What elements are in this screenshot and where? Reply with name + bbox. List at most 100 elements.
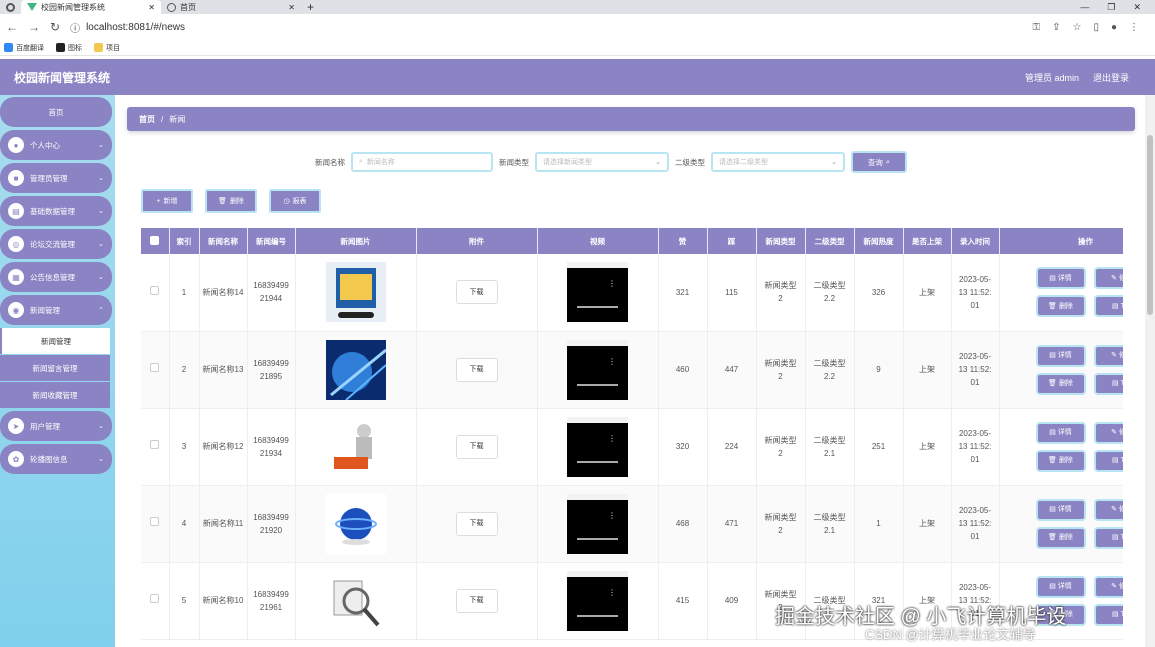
more-icon[interactable]: ⋮ <box>1129 22 1139 33</box>
other-action-button[interactable]: ▤ T <box>1093 603 1123 626</box>
add-button[interactable]: + 新增 <box>141 189 193 213</box>
browser-tab[interactable]: 首页 ✕ <box>161 0 301 14</box>
video-progress[interactable] <box>577 306 618 309</box>
cell-attachment: 下载 <box>416 331 538 409</box>
row-checkbox[interactable] <box>150 440 160 449</box>
scrollbar-thumb[interactable] <box>1147 135 1153 315</box>
more-icon[interactable]: ⋮ <box>608 280 616 288</box>
breadcrumb-separator: / <box>161 114 164 124</box>
sidebar-item-home[interactable]: 首页 <box>0 97 112 127</box>
download-button[interactable]: 下载 <box>455 511 498 536</box>
download-button[interactable]: 下载 <box>455 434 498 459</box>
edit-button[interactable]: ✎ 修 <box>1093 575 1123 598</box>
news-table: 索引 新闻名称 新闻编号 新闻图片 附件 视频 赞 踩 新闻类型 二级类型 新闻… <box>141 228 1123 647</box>
table-row[interactable]: 1 新闻名称14 1683949921944 下载 ⋮ 321 115 新闻类型2 二级类型2.… <box>141 254 1123 332</box>
sidebar-subitem-news-manage[interactable]: 新闻管理 <box>0 328 110 354</box>
other-action-button[interactable]: ▤ T <box>1093 372 1123 395</box>
breadcrumb-home[interactable]: 首页 <box>139 114 155 125</box>
video-player[interactable]: ⋮ <box>567 493 628 554</box>
more-icon[interactable]: ⋮ <box>608 357 616 365</box>
sidebar-item-notice[interactable]: ▦ 公告信息管理 ⌄ <box>0 262 112 292</box>
sidebar-item-profile[interactable]: ● 个人中心 ⌄ <box>0 130 112 160</box>
select-all-checkbox[interactable] <box>150 235 160 245</box>
sidebar-item-users[interactable]: ➤ 用户管理 ⌄ <box>0 411 112 441</box>
tab-close-icon[interactable]: ✕ <box>148 3 155 12</box>
download-button[interactable]: 下载 <box>455 588 498 613</box>
edit-button[interactable]: ✎ 修 <box>1093 498 1123 521</box>
sidebar-item-forum[interactable]: ◎ 论坛交流管理 ⌄ <box>0 229 112 259</box>
more-icon[interactable]: ⋮ <box>608 588 616 596</box>
report-button[interactable]: ◷ 报表 <box>269 189 321 213</box>
browser-tab-active[interactable]: 校园新闻管理系统 ✕ <box>21 0 161 14</box>
video-player[interactable]: ⋮ <box>567 339 628 400</box>
row-checkbox[interactable] <box>150 285 160 295</box>
row-delete-button[interactable]: 🗑 删除 <box>1035 449 1086 472</box>
bookmark-item[interactable]: 项目 <box>94 43 120 53</box>
video-progress[interactable] <box>577 383 618 386</box>
video-player[interactable]: ⋮ <box>567 416 628 477</box>
edit-button[interactable]: ✎ 修 <box>1093 267 1123 290</box>
back-icon[interactable]: ← <box>6 20 18 34</box>
cell-news-name: 新闻名称14 <box>199 254 248 332</box>
url-field[interactable]: ⓘ localhost:8081/#/news <box>70 20 185 35</box>
detail-button[interactable]: ▤ 详情 <box>1035 267 1086 290</box>
detail-button[interactable]: ▤ 详情 <box>1035 575 1086 598</box>
video-progress[interactable] <box>577 537 618 540</box>
video-player[interactable]: ⋮ <box>567 570 628 631</box>
query-button[interactable]: 查询 ⌕ <box>851 151 907 173</box>
news-subtype-select[interactable]: 请选择二级类型 ⌄ <box>711 152 845 172</box>
news-name-input[interactable]: ⌕ 新闻名称 <box>351 152 493 172</box>
more-icon[interactable]: ⋮ <box>608 434 616 442</box>
bookmark-item[interactable]: 图标 <box>56 43 82 53</box>
video-progress[interactable] <box>577 614 618 617</box>
minimize-icon[interactable]: — <box>1080 2 1089 13</box>
detail-button[interactable]: ▤ 详情 <box>1035 498 1086 521</box>
video-progress[interactable] <box>577 460 618 463</box>
sidebar-item-news[interactable]: ◉ 新闻管理 ⌃ <box>0 295 112 325</box>
forward-icon[interactable]: → <box>28 20 40 34</box>
other-action-button[interactable]: ▤ T <box>1093 449 1123 472</box>
download-button[interactable]: 下载 <box>455 280 498 305</box>
table-row[interactable]: 2 新闻名称13 1683949921895 下载 ⋮ 460 447 新闻类型2 二级类型2.… <box>141 331 1123 409</box>
key-icon[interactable]: ⚿ <box>1032 22 1040 33</box>
detail-button[interactable]: ▤ 详情 <box>1035 421 1086 444</box>
other-action-button[interactable]: ▤ T <box>1093 295 1123 318</box>
more-icon[interactable]: ⋮ <box>608 511 616 519</box>
sidebar-item-basedata[interactable]: ▤ 基础数据管理 ⌄ <box>0 196 112 226</box>
sidebar-subitem-news-favorites[interactable]: 新闻收藏管理 <box>0 382 110 408</box>
header-select-all[interactable] <box>141 228 170 254</box>
edit-button[interactable]: ✎ 修 <box>1093 421 1123 444</box>
row-delete-button[interactable]: 🗑 删除 <box>1035 295 1086 318</box>
row-delete-button[interactable]: 🗑 删除 <box>1035 526 1086 549</box>
browser-menu[interactable] <box>0 0 21 14</box>
chevron-down-icon: ⌄ <box>98 456 104 463</box>
maximize-icon[interactable]: ❐ <box>1107 2 1115 13</box>
row-checkbox[interactable] <box>150 517 160 526</box>
close-window-icon[interactable]: ✕ <box>1133 2 1141 13</box>
table-row[interactable]: 3 新闻名称12 1683949921934 下载 ⋮ 320 224 新闻类型2 二级类型2.… <box>141 408 1123 486</box>
row-delete-button[interactable]: 🗑 删除 <box>1035 372 1086 395</box>
news-type-select[interactable]: 请选择新闻类型 ⌄ <box>535 152 669 172</box>
edit-button[interactable]: ✎ 修 <box>1093 344 1123 367</box>
sidebar-subitem-news-comments[interactable]: 新闻留言管理 <box>0 355 110 381</box>
profile-icon[interactable]: ● <box>1111 22 1117 33</box>
row-checkbox[interactable] <box>150 594 160 603</box>
bookmark-item[interactable]: 百度翻译 <box>4 43 44 53</box>
reload-icon[interactable]: ↻ <box>50 20 60 34</box>
delete-button[interactable]: 🗑 删除 <box>205 189 257 213</box>
vertical-scrollbar[interactable] <box>1145 95 1155 647</box>
video-player[interactable]: ⋮ <box>567 262 628 323</box>
other-action-button[interactable]: ▤ T <box>1093 526 1123 549</box>
download-button[interactable]: 下载 <box>455 357 498 382</box>
new-tab-button[interactable]: + <box>301 0 320 14</box>
sidebar-item-admin[interactable]: ■ 管理员管理 ⌄ <box>0 163 112 193</box>
row-checkbox[interactable] <box>150 363 160 372</box>
table-row[interactable]: 4 新闻名称11 1683949921920 下载 ⋮ 468 471 新闻类型2 二级类型2.… <box>141 485 1123 563</box>
tab-close-icon[interactable]: ✕ <box>288 3 295 12</box>
star-icon[interactable]: ☆ <box>1072 22 1081 33</box>
share-icon[interactable]: ⇪ <box>1052 22 1060 33</box>
sidebar-item-carousel[interactable]: ✿ 轮播图信息 ⌄ <box>0 444 112 474</box>
logout-link[interactable]: 退出登录 <box>1093 71 1129 84</box>
detail-button[interactable]: ▤ 详情 <box>1035 344 1086 367</box>
sidepanel-icon[interactable]: ▯ <box>1093 22 1099 33</box>
